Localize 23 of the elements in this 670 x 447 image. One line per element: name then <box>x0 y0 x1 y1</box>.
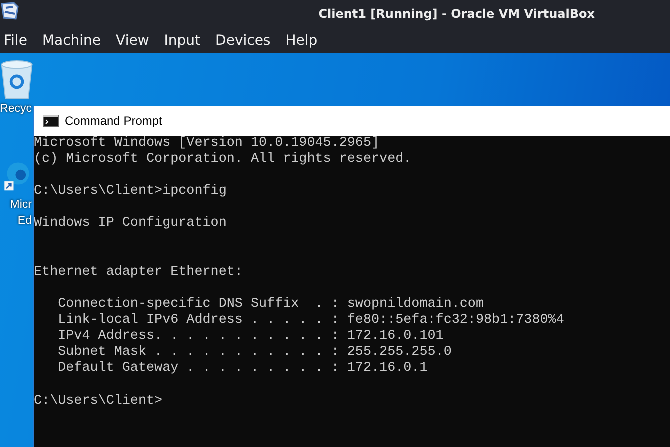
menu-item[interactable]: File <box>4 32 28 48</box>
console-line: Windows IP Configuration <box>34 216 228 233</box>
menu-item[interactable]: View <box>116 32 150 48</box>
menu-item[interactable]: Machine <box>42 32 102 48</box>
recycle-bin-icon[interactable] <box>0 59 36 101</box>
console-line: (c) Microsoft Corporation. All rights reserved. <box>34 152 413 168</box>
console-line: C:\Users\Client>ipconfig <box>34 184 228 200</box>
console-line: IPv4 Address. . . . . . . . . . . : 172.16.0.101 <box>57 329 445 345</box>
console-line: Default Gateway . . . . . . . . . : 172.16.0.1 <box>57 361 429 378</box>
terminal-icon <box>43 115 59 127</box>
menu-item[interactable]: Devices <box>216 32 271 48</box>
console-line: C:\Users\Client> <box>34 394 164 410</box>
console-line: Microsoft Windows [Version 10.0.19045.2965] <box>34 136 381 152</box>
console-line: Link-local IPv6 Address . . . . . : fe80::5efa:fc32:98b1:7380%4 <box>57 313 566 329</box>
desktop-icon-label[interactable]: Recyc <box>0 101 32 117</box>
menu-item[interactable]: Input <box>164 32 201 48</box>
window-title: Client1 [Running] - Oracle VM VirtualBox <box>318 7 595 21</box>
desktop-icon-label[interactable]: Micr Ed <box>10 197 32 229</box>
console-line: Connection-specific DNS Suffix . : swopnildomain.com <box>57 296 485 313</box>
menu-item[interactable]: Help <box>286 32 318 48</box>
console-line: Ethernet adapter Ethernet: <box>34 264 244 281</box>
console-line: Subnet Mask . . . . . . . . . . . : 255.255.255.0 <box>57 345 453 361</box>
window-title: Command Prompt <box>65 114 162 128</box>
